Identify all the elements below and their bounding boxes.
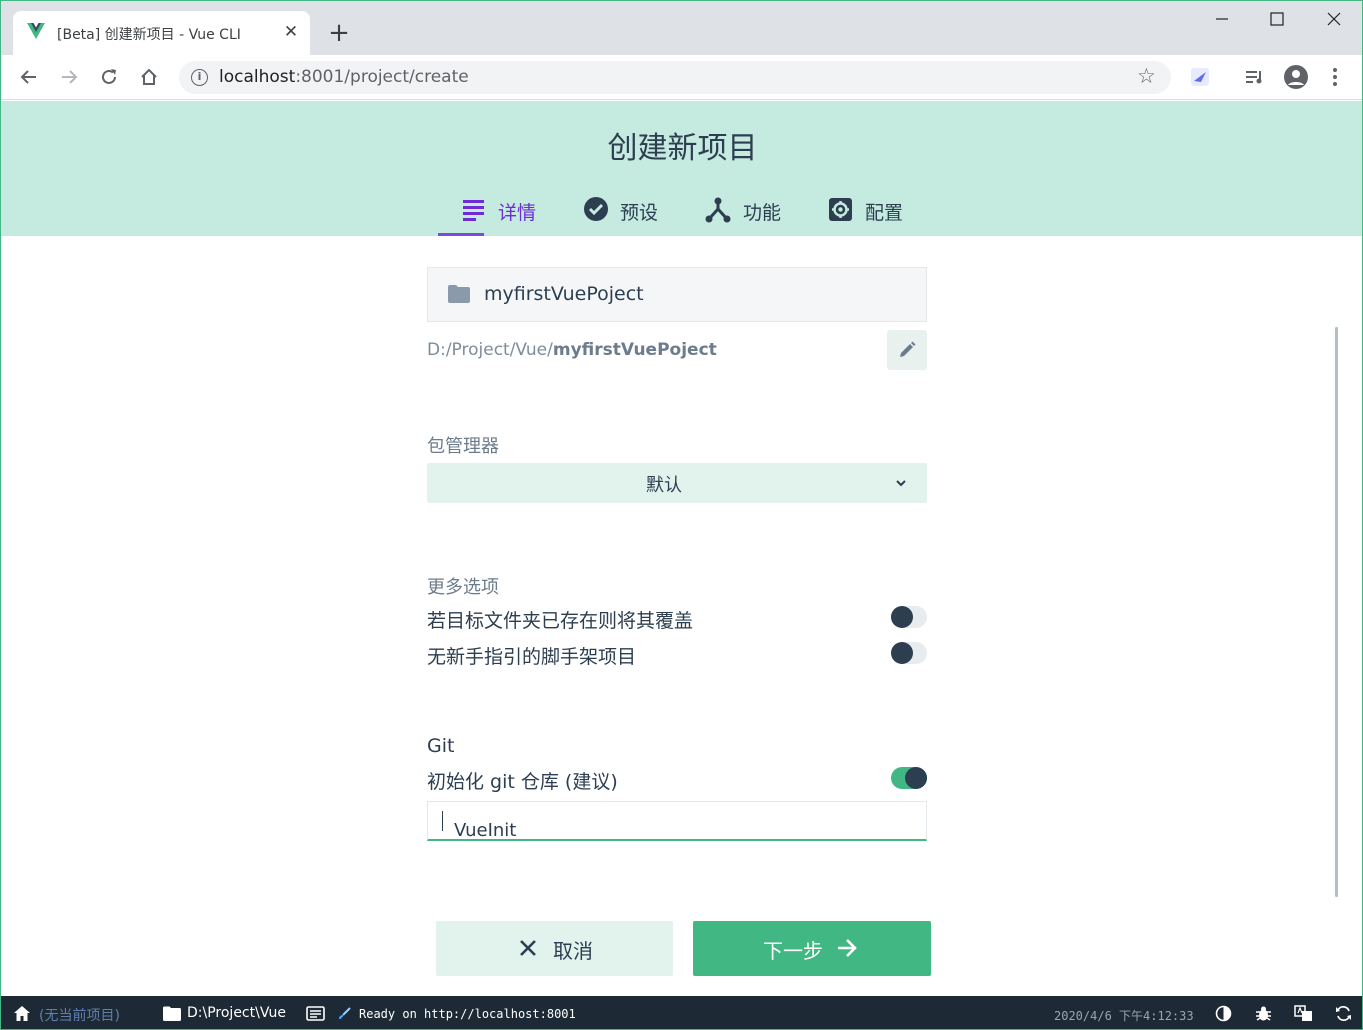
- overwrite-option-label: 若目标文件夹已存在则将其覆盖: [427, 610, 694, 632]
- chevron-down-icon: [896, 480, 906, 487]
- forward-icon[interactable]: [55, 63, 83, 91]
- browser-menu-icon[interactable]: [1321, 63, 1349, 91]
- step-tabs: 详情 预设 功能 配置: [1, 189, 1362, 236]
- folder-icon: [163, 1006, 181, 1021]
- overwrite-toggle[interactable]: [891, 606, 927, 628]
- maximize-icon[interactable]: [1262, 7, 1292, 35]
- reload-icon[interactable]: [95, 63, 123, 91]
- brush-icon: [339, 1007, 351, 1019]
- bug-icon[interactable]: [1255, 1005, 1272, 1022]
- more-options-label: 更多选项: [427, 577, 499, 598]
- no-guide-toggle[interactable]: [891, 642, 927, 664]
- settings-icon: [829, 198, 852, 221]
- app-header: 创建新项目 详情 预设 功能 配置: [1, 101, 1362, 236]
- cancel-button[interactable]: 取消: [436, 921, 673, 976]
- no-guide-option-label: 无新手指引的脚手架项目: [427, 646, 637, 668]
- log-message: Ready on http://localhost:8001: [359, 1007, 576, 1021]
- browser-tab[interactable]: [Beta] 创建新项目 - Vue CLI ✕: [13, 11, 310, 55]
- pencil-icon: [900, 341, 916, 357]
- url-text: localhost:8001/project/create: [219, 67, 469, 87]
- check-circle-icon: [584, 197, 608, 221]
- back-icon[interactable]: [15, 63, 43, 91]
- extension-icon[interactable]: [1186, 63, 1214, 91]
- tab-close-icon[interactable]: ✕: [281, 22, 301, 42]
- git-init-label: 初始化 git 仓库 (建议): [427, 771, 618, 793]
- edit-path-button[interactable]: [887, 330, 927, 370]
- bookmark-star-icon[interactable]: ☆: [1137, 64, 1156, 88]
- home-icon[interactable]: [13, 1005, 31, 1022]
- git-commit-message-value: VueInit: [454, 820, 517, 841]
- media-control-icon[interactable]: [1241, 63, 1269, 91]
- features-icon: [705, 197, 731, 223]
- overwrite-option: 若目标文件夹已存在则将其覆盖: [427, 604, 927, 632]
- refresh-icon[interactable]: [1335, 1005, 1352, 1022]
- status-bar: (无当前项目) D:\Project\Vue Ready on http://l…: [1, 996, 1362, 1029]
- page-title: 创建新项目: [607, 131, 758, 166]
- details-icon: [463, 200, 484, 221]
- new-tab-icon[interactable]: +: [327, 20, 351, 46]
- vue-logo-icon: [27, 23, 45, 39]
- console-icon[interactable]: [306, 1006, 325, 1021]
- no-guide-option: 无新手指引的脚手架项目: [427, 640, 927, 668]
- content-scrollbar[interactable]: [1335, 327, 1338, 897]
- project-path: D:/Project/Vue/myfirstVuePoject: [427, 340, 717, 360]
- next-button[interactable]: 下一步: [693, 921, 931, 976]
- git-init-toggle[interactable]: [891, 767, 927, 789]
- folder-icon: [448, 285, 470, 303]
- browser-window: [Beta] 创建新项目 - Vue CLI ✕ + i localhost:8…: [0, 0, 1363, 1030]
- git-section-title: Git: [427, 735, 455, 757]
- dark-mode-icon[interactable]: [1215, 1005, 1232, 1022]
- browser-titlebar: [Beta] 创建新项目 - Vue CLI ✕ +: [1, 1, 1362, 55]
- datetime-status: 2020/4/6 下午4:12:33: [1054, 1009, 1194, 1023]
- package-manager-value: 默认: [646, 475, 682, 496]
- git-init-option: 初始化 git 仓库 (建议): [427, 765, 927, 793]
- translate-icon[interactable]: [1294, 1005, 1313, 1022]
- arrow-right-icon: [838, 939, 857, 957]
- text-caret: [442, 811, 443, 831]
- close-icon[interactable]: [1319, 7, 1349, 35]
- current-project-status[interactable]: (无当前项目): [39, 1005, 120, 1025]
- address-bar[interactable]: i localhost:8001/project/create ☆: [179, 61, 1171, 94]
- package-manager-label: 包管理器: [427, 436, 499, 457]
- project-folder-field[interactable]: myfirstVuePoject: [427, 267, 927, 322]
- profile-avatar-icon[interactable]: [1282, 63, 1310, 91]
- minimize-icon[interactable]: [1207, 7, 1237, 35]
- project-folder-value: myfirstVuePoject: [484, 283, 644, 305]
- close-x-icon: [520, 940, 536, 956]
- current-folder-status[interactable]: D:\Project\Vue: [187, 1005, 286, 1021]
- package-manager-select[interactable]: 默认: [427, 463, 927, 503]
- main-content: myfirstVuePoject D:/Project/Vue/myfirstV…: [1, 236, 1362, 996]
- browser-toolbar: i localhost:8001/project/create ☆: [1, 55, 1362, 100]
- tab-title: [Beta] 创建新项目 - Vue CLI: [57, 27, 241, 43]
- git-commit-message-input[interactable]: VueInit: [427, 801, 927, 841]
- home-icon[interactable]: [135, 63, 163, 91]
- info-icon[interactable]: i: [191, 69, 208, 86]
